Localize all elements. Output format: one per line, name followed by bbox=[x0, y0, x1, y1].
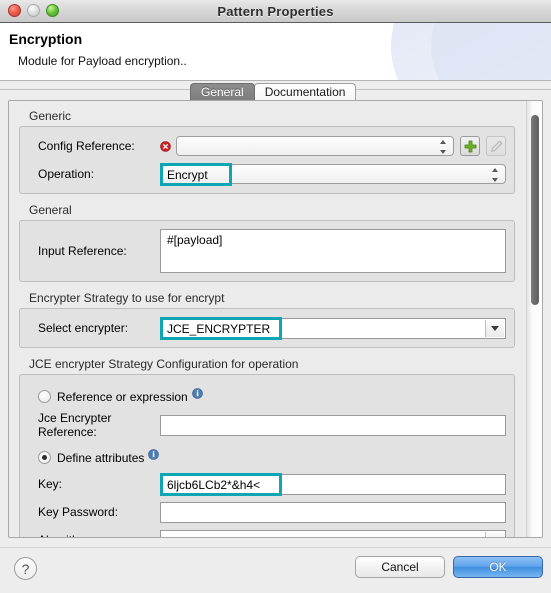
group-encrypter-strategy: Encrypter Strategy to use for encrypt Se… bbox=[19, 291, 515, 348]
dropdown-arrow-icon bbox=[485, 531, 504, 537]
group-generic: Generic Config Reference: Operation: Enc… bbox=[19, 109, 515, 194]
config-reference-label: Config Reference: bbox=[38, 139, 135, 153]
tab-general[interactable]: General bbox=[190, 83, 255, 100]
error-icon bbox=[160, 140, 171, 152]
tab-documentation[interactable]: Documentation bbox=[253, 83, 357, 100]
window-controls bbox=[8, 4, 59, 17]
algorithm-label: Algorithm: bbox=[28, 533, 160, 537]
minimize-window-icon[interactable] bbox=[27, 4, 40, 17]
tab-bar: General Documentation bbox=[0, 81, 551, 100]
page-subtitle: Module for Payload encryption.. bbox=[18, 54, 187, 68]
group-generic-title: Generic bbox=[29, 109, 72, 123]
key-password-label: Key Password: bbox=[38, 505, 119, 519]
radio-reference-or-expression[interactable]: Reference or expression bbox=[38, 388, 506, 405]
radio-reference-label: Reference or expression bbox=[57, 389, 188, 404]
jce-encrypter-reference-input[interactable] bbox=[160, 414, 506, 436]
stepper-arrows-icon bbox=[491, 168, 499, 182]
row-key: Key: 6ljcb6LCb2*&h4< bbox=[28, 472, 506, 496]
window-title: Pattern Properties bbox=[217, 3, 334, 19]
algorithm-dropdown[interactable] bbox=[160, 529, 506, 537]
group-jce-config-title: JCE encrypter Strategy Configuration for… bbox=[29, 357, 299, 371]
input-reference-textarea[interactable]: #[payload] bbox=[160, 229, 506, 273]
key-input[interactable] bbox=[160, 473, 506, 495]
stepper-arrows-icon bbox=[439, 140, 447, 154]
window-titlebar: Pattern Properties bbox=[0, 0, 551, 23]
group-jce-config: JCE encrypter Strategy Configuration for… bbox=[19, 357, 515, 537]
row-key-password: Key Password: bbox=[28, 500, 506, 524]
header-decoration-inner bbox=[431, 23, 551, 80]
ok-button[interactable]: OK bbox=[453, 556, 543, 578]
properties-content: Generic Config Reference: Operation: Enc… bbox=[9, 101, 525, 537]
edit-config-button[interactable] bbox=[486, 136, 506, 156]
config-reference-select[interactable] bbox=[176, 136, 454, 156]
input-reference-label: Input Reference: bbox=[38, 244, 127, 258]
properties-scroll-panel: Generic Config Reference: Operation: Enc… bbox=[8, 100, 543, 538]
info-icon[interactable] bbox=[191, 388, 203, 399]
row-operation: Operation: Encrypt bbox=[28, 162, 506, 186]
group-encrypter-strategy-title: Encrypter Strategy to use for encrypt bbox=[29, 291, 225, 305]
group-general: General Input Reference: #[payload] bbox=[19, 203, 515, 282]
page-title: Encryption bbox=[9, 31, 83, 47]
scrollbar-thumb[interactable] bbox=[531, 115, 539, 305]
row-select-encrypter: Select encrypter: JCE_ENCRYPTER bbox=[28, 316, 506, 340]
dialog-header: Encryption Module for Payload encryption… bbox=[0, 23, 551, 81]
pencil-icon bbox=[490, 140, 502, 152]
info-icon[interactable] bbox=[148, 449, 160, 460]
radio-define-label: Define attributes bbox=[57, 450, 145, 465]
radio-button-unselected-icon bbox=[38, 390, 51, 403]
cancel-button[interactable]: Cancel bbox=[355, 556, 445, 578]
jce-encrypter-reference-label: Jce Encrypter Reference: bbox=[38, 411, 112, 439]
help-button[interactable]: ? bbox=[14, 557, 37, 580]
row-input-reference: Input Reference: #[payload] bbox=[28, 228, 506, 274]
pattern-properties-dialog: Pattern Properties Encryption Module for… bbox=[0, 0, 551, 593]
radio-button-selected-icon bbox=[38, 451, 51, 464]
key-password-input[interactable] bbox=[160, 501, 506, 523]
zoom-window-icon[interactable] bbox=[46, 4, 59, 17]
group-general-title: General bbox=[29, 203, 72, 217]
select-encrypter-dropdown[interactable] bbox=[160, 317, 506, 339]
dialog-footer: ? Cancel OK bbox=[0, 547, 551, 593]
close-window-icon[interactable] bbox=[8, 4, 21, 17]
row-config-reference: Config Reference: bbox=[28, 134, 506, 158]
dropdown-arrow-icon bbox=[485, 319, 504, 337]
operation-select[interactable] bbox=[160, 164, 506, 184]
row-algorithm: Algorithm: bbox=[28, 528, 506, 537]
select-encrypter-label: Select encrypter: bbox=[38, 321, 129, 335]
vertical-scrollbar[interactable] bbox=[526, 101, 542, 537]
plus-icon bbox=[464, 140, 476, 152]
operation-label: Operation: bbox=[38, 167, 95, 181]
radio-define-attributes[interactable]: Define attributes bbox=[38, 449, 506, 466]
key-label: Key: bbox=[38, 477, 63, 491]
add-config-button[interactable] bbox=[460, 136, 480, 156]
row-jce-encrypter-reference: Jce Encrypter Reference: bbox=[28, 411, 506, 439]
